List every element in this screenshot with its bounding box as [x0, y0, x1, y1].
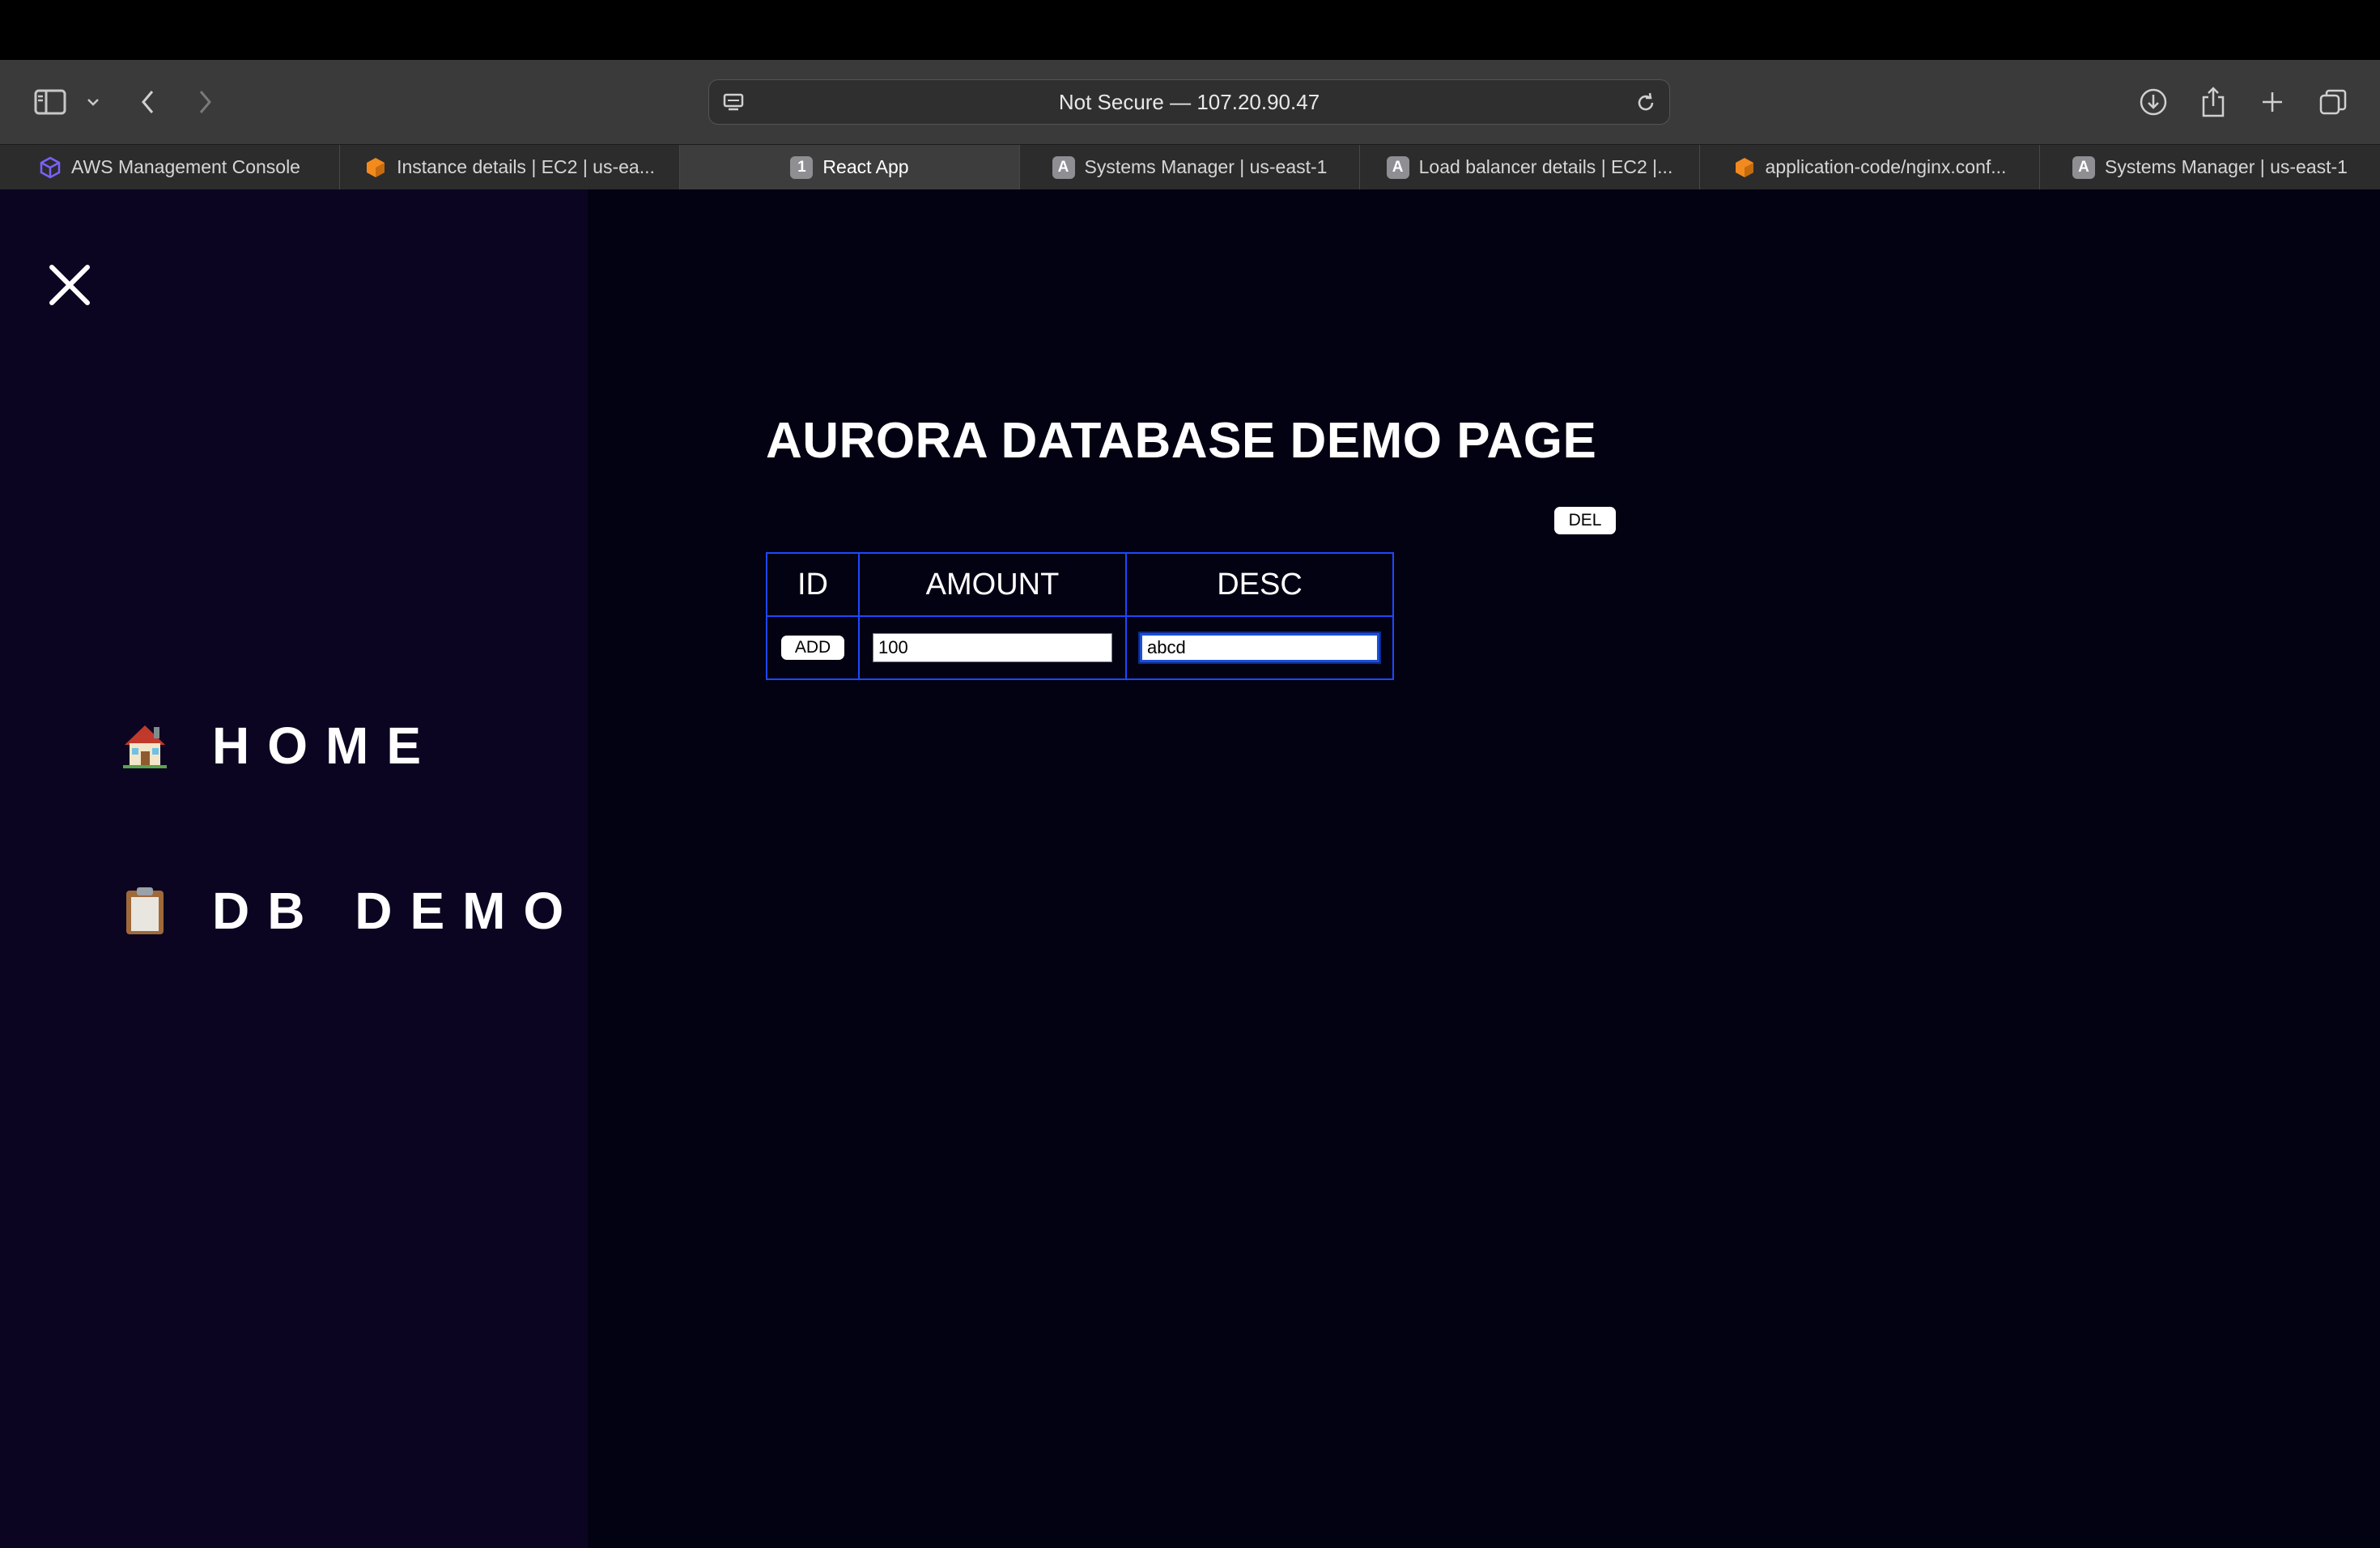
page-viewport: HOME DB DEMO AURORA DATABASE DEMO PAGE D… [0, 189, 2380, 1548]
tab-title: AWS Management Console [71, 156, 300, 177]
tab-number-icon: 1 [790, 155, 814, 179]
table-header-row: ID AMOUNT DESC [766, 552, 1394, 617]
screen: Not Secure — 107.20.90.47 AWS Management… [0, 0, 2380, 1548]
address-bar[interactable]: Not Secure — 107.20.90.47 [708, 79, 1670, 125]
system-menubar [0, 0, 2380, 60]
tab-aws-console[interactable]: AWS Management Console [0, 145, 340, 189]
data-table: ID AMOUNT DESC ADD [766, 552, 1394, 680]
amount-cell [858, 615, 1127, 680]
reload-icon[interactable] [1634, 91, 1658, 119]
new-tab-icon[interactable] [2259, 60, 2286, 144]
download-icon[interactable] [2137, 60, 2170, 144]
back-icon[interactable] [136, 60, 160, 144]
tab-systems-manager-2[interactable]: A Systems Manager | us-east-1 [2040, 145, 2380, 189]
letter-a-icon: A [1386, 155, 1409, 179]
sidebar-item-db-demo[interactable]: DB DEMO [118, 881, 581, 941]
tab-title: Systems Manager | us-east-1 [2105, 156, 2348, 177]
sidebar-item-label: DB DEMO [212, 882, 582, 940]
tab-systems-manager[interactable]: A Systems Manager | us-east-1 [1020, 145, 1360, 189]
column-header-id: ID [766, 552, 860, 617]
id-cell: ADD [766, 615, 860, 680]
column-header-amount: AMOUNT [858, 552, 1127, 617]
tab-title: Systems Manager | us-east-1 [1084, 156, 1328, 177]
delete-button[interactable]: DEL [1554, 507, 1616, 534]
tab-react-app[interactable]: 1 React App [680, 145, 1020, 189]
sidebar: HOME DB DEMO [0, 189, 588, 1548]
tab-title: Load balancer details | EC2 |... [1418, 156, 1673, 177]
letter-a-icon: A [1052, 155, 1075, 179]
address-text: Not Secure — 107.20.90.47 [1058, 90, 1320, 114]
tab-title: React App [822, 156, 909, 177]
desc-cell [1125, 615, 1394, 680]
table-row: ADD [766, 615, 1394, 680]
sidebar-item-label: HOME [212, 717, 439, 775]
page-title: AURORA DATABASE DEMO PAGE [766, 413, 1597, 469]
column-header-desc: DESC [1125, 552, 1394, 617]
amount-input[interactable] [873, 633, 1112, 662]
tab-instance-details[interactable]: Instance details | EC2 | us-ea... [340, 145, 680, 189]
tab-overview-icon[interactable] [2317, 60, 2349, 144]
tab-title: Instance details | EC2 | us-ea... [397, 156, 655, 177]
forward-icon[interactable] [193, 60, 217, 144]
letter-a-icon: A [2072, 155, 2095, 179]
house-icon [118, 719, 172, 772]
tab-nginx-conf[interactable]: application-code/nginx.conf... [1700, 145, 2040, 189]
sidebar-item-home[interactable]: HOME [118, 716, 439, 776]
share-icon[interactable] [2199, 60, 2228, 144]
aws-orange-cube-icon [364, 156, 387, 179]
add-button[interactable]: ADD [781, 636, 844, 660]
desc-input[interactable] [1140, 633, 1379, 662]
aws-orange-cube-icon [1733, 156, 1756, 179]
browser-toolbar: Not Secure — 107.20.90.47 [0, 60, 2380, 144]
tab-bar: AWS Management Console Instance details … [0, 144, 2380, 189]
tab-title: application-code/nginx.conf... [1765, 156, 2007, 177]
close-icon[interactable] [47, 262, 92, 308]
chevron-down-icon[interactable] [83, 60, 104, 144]
aws-cube-icon [39, 156, 62, 179]
tab-load-balancer[interactable]: A Load balancer details | EC2 |... [1360, 145, 1700, 189]
main-content: AURORA DATABASE DEMO PAGE DEL ID AMOUNT … [588, 189, 2380, 1548]
sidebar-toggle-icon[interactable] [31, 60, 70, 144]
clipboard-icon [118, 884, 172, 938]
